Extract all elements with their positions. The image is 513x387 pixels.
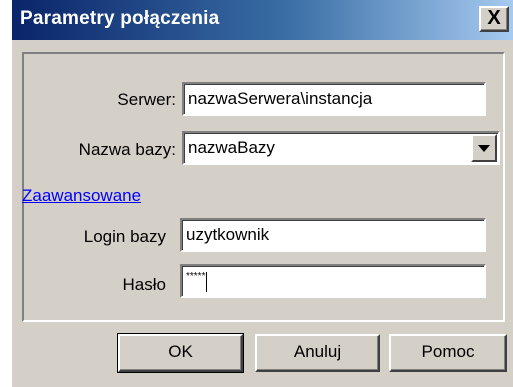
window-title: Parametry połączenia bbox=[20, 8, 220, 29]
dialog-window: Parametry połączenia X Serwer: nazwaSerw… bbox=[12, 0, 513, 387]
password-label: Hasło bbox=[122, 275, 166, 294]
password-mask: ***** bbox=[186, 271, 206, 282]
text-cursor bbox=[206, 271, 208, 292]
title-bar[interactable]: Parametry połączenia X bbox=[12, 0, 513, 40]
server-label: Serwer: bbox=[117, 90, 176, 109]
server-input[interactable]: nazwaSerwera\instancja bbox=[182, 82, 486, 116]
login-input[interactable]: uzytkownik bbox=[180, 218, 486, 252]
cancel-button[interactable]: Anuluj bbox=[255, 334, 380, 372]
close-button[interactable]: X bbox=[479, 6, 509, 32]
ok-button[interactable]: OK bbox=[117, 333, 244, 373]
advanced-settings-link[interactable]: Zaawansowane bbox=[22, 186, 141, 206]
password-input[interactable]: ***** bbox=[180, 264, 486, 298]
login-label: Login bazy bbox=[83, 227, 166, 246]
database-name-select[interactable]: nazwaBazy bbox=[182, 131, 500, 165]
help-button[interactable]: Pomoc bbox=[389, 334, 507, 372]
background-strip bbox=[0, 0, 12, 387]
database-dropdown-button[interactable] bbox=[471, 134, 497, 162]
close-icon: X bbox=[487, 7, 501, 29]
chevron-down-icon bbox=[478, 144, 490, 152]
database-name-label: Nazwa bazy: bbox=[78, 140, 176, 159]
database-name-value: nazwaBazy bbox=[188, 138, 275, 157]
